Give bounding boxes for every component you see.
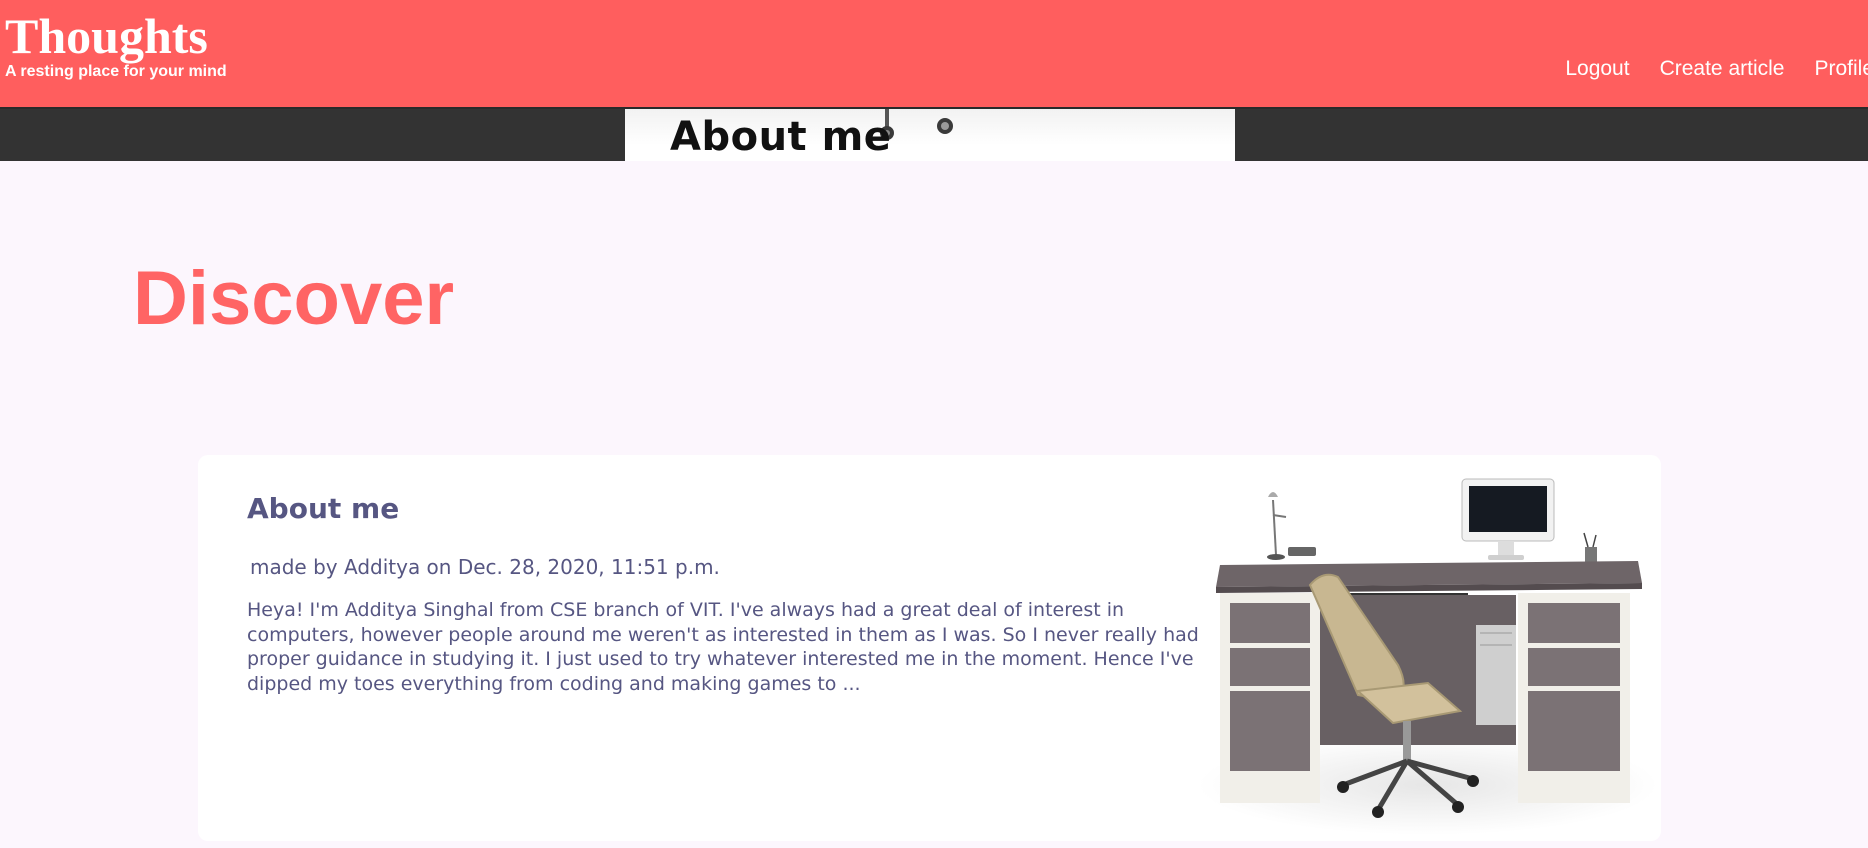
- main-nav: Logout Create article Profile: [1565, 56, 1868, 82]
- site-header: Thoughts A resting place for your mind L…: [0, 0, 1868, 109]
- article-excerpt: Heya! I'm Additya Singhal from CSE branc…: [247, 599, 1199, 695]
- nav-create-article-link[interactable]: Create article: [1660, 56, 1785, 82]
- page-heading: Discover: [133, 256, 455, 341]
- nav-logout-link[interactable]: Logout: [1565, 56, 1629, 82]
- site-title[interactable]: Thoughts: [5, 8, 208, 64]
- featured-article-card[interactable]: About me: [625, 109, 1235, 161]
- article-card[interactable]: About me made by Additya on Dec. 28, 202…: [198, 455, 1661, 841]
- site-tagline: A resting place for your mind: [5, 63, 227, 80]
- nav-profile-link[interactable]: Profile: [1814, 56, 1868, 82]
- office-desk-image: [1198, 478, 1658, 835]
- article-meta: made by Additya on Dec. 28, 2020, 11:51 …: [250, 555, 720, 579]
- featured-article-title: About me: [670, 114, 892, 160]
- article-title[interactable]: About me: [247, 491, 399, 527]
- featured-strip: About me: [0, 109, 1868, 161]
